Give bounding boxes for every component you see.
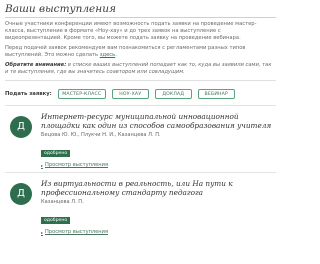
- caret-right-icon: ▸: [41, 162, 44, 168]
- status-badge: одобрено: [41, 217, 71, 224]
- webinar-button[interactable]: ВЕБИНАР: [197, 89, 235, 99]
- talk-title[interactable]: Из виртуальности в реальность, или На пу…: [41, 179, 277, 197]
- avatar: Д: [10, 183, 32, 205]
- master-class-button[interactable]: МАСТЕР-КЛАСС: [57, 89, 106, 99]
- avatar: Д: [10, 116, 32, 138]
- status-badge: одобрено: [41, 150, 71, 157]
- view-talk-label: Просмотр выступления: [45, 162, 109, 168]
- note-paragraph: Обратите внимание: в списке ваших выступ…: [5, 62, 276, 76]
- talk-title[interactable]: Интернет-ресурс муниципальной инновацион…: [41, 112, 277, 130]
- note-label: Обратите внимание:: [5, 62, 67, 68]
- view-talk-link[interactable]: ▸ Просмотр выступления: [41, 229, 276, 235]
- rules-end: .: [115, 52, 117, 58]
- section-divider: [5, 80, 276, 81]
- apply-label: Подать заявку:: [5, 91, 52, 97]
- talk-card: Д Из виртуальности в реальность, или На …: [5, 172, 276, 239]
- report-button[interactable]: ДОКЛАД: [154, 89, 192, 99]
- know-how-button[interactable]: НОУ-ХАУ: [111, 89, 149, 99]
- talk-authors: Казанцева Л. П.: [41, 199, 84, 205]
- speeches-page: Ваши выступления Очные участники конфере…: [0, 0, 280, 264]
- view-talk-link[interactable]: ▸ Просмотр выступления: [41, 162, 276, 168]
- talk-authors: Бецова Ю. Ю., Плукчи Н. И., Казанцева Л.…: [41, 132, 161, 138]
- talk-card: Д Интернет-ресурс муниципальной инноваци…: [5, 105, 276, 172]
- rules-paragraph: Перед подачей заявок рекомендуем вам поз…: [5, 45, 276, 59]
- rules-text: Перед подачей заявок рекомендуем вам поз…: [5, 45, 246, 58]
- view-talk-label: Просмотр выступления: [45, 229, 109, 235]
- caret-right-icon: ▸: [41, 229, 44, 235]
- page-title: Ваши выступления: [5, 3, 116, 15]
- intro-paragraph: Очные участники конференции имеют возмож…: [5, 21, 257, 41]
- apply-toolbar: Подать заявку: МАСТЕР-КЛАСС НОУ-ХАУ ДОКЛ…: [5, 83, 276, 105]
- rules-link[interactable]: здесь: [100, 52, 115, 58]
- title-divider: [5, 17, 276, 18]
